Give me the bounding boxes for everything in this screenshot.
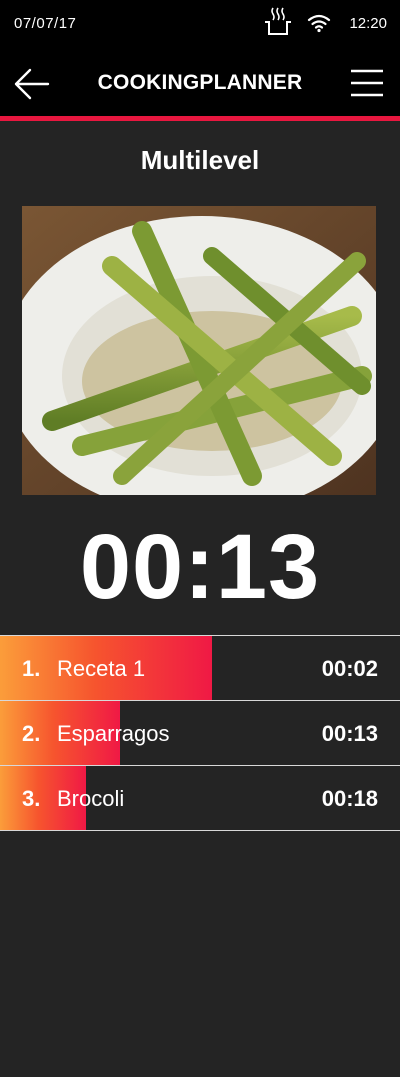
wifi-icon — [307, 14, 331, 33]
status-time: 12:20 — [349, 15, 387, 32]
recipe-name: Esparragos — [57, 721, 170, 746]
recipe-row-2[interactable]: 2. Esparragos 00:13 — [0, 701, 400, 766]
recipe-number: 1. — [22, 656, 41, 681]
recipe-number: 3. — [22, 786, 41, 811]
header-accent-bar — [0, 116, 400, 121]
recipe-number: 2. — [22, 721, 41, 746]
recipe-time: 00:02 — [321, 656, 378, 681]
recipe-photo — [22, 206, 376, 495]
recipe-row-3[interactable]: 3. Brocoli 00:18 — [0, 766, 400, 831]
countdown-timer: 00:13 — [79, 516, 321, 618]
recipe-name: Receta 1 — [57, 656, 146, 681]
recipe-list: 1. Receta 1 00:02 2. Esparragos 00:13 3.… — [0, 635, 400, 831]
oven-steam-icon — [265, 7, 291, 35]
app-header: COOKINGPLANNER — [0, 50, 400, 116]
recipe-name: Brocoli — [57, 786, 125, 811]
recipe-row-1[interactable]: 1. Receta 1 00:02 — [0, 636, 400, 701]
app-title: COOKINGPLANNER — [97, 71, 303, 94]
hamburger-menu-icon[interactable] — [349, 67, 385, 99]
status-bar: 07/07/17 12:20 — [0, 0, 400, 50]
status-date: 07/07/17 — [14, 15, 77, 32]
recipe-time: 00:13 — [321, 721, 378, 746]
page-title: Multilevel — [140, 145, 260, 175]
back-arrow-icon[interactable] — [14, 66, 50, 102]
recipe-time: 00:18 — [321, 786, 378, 811]
